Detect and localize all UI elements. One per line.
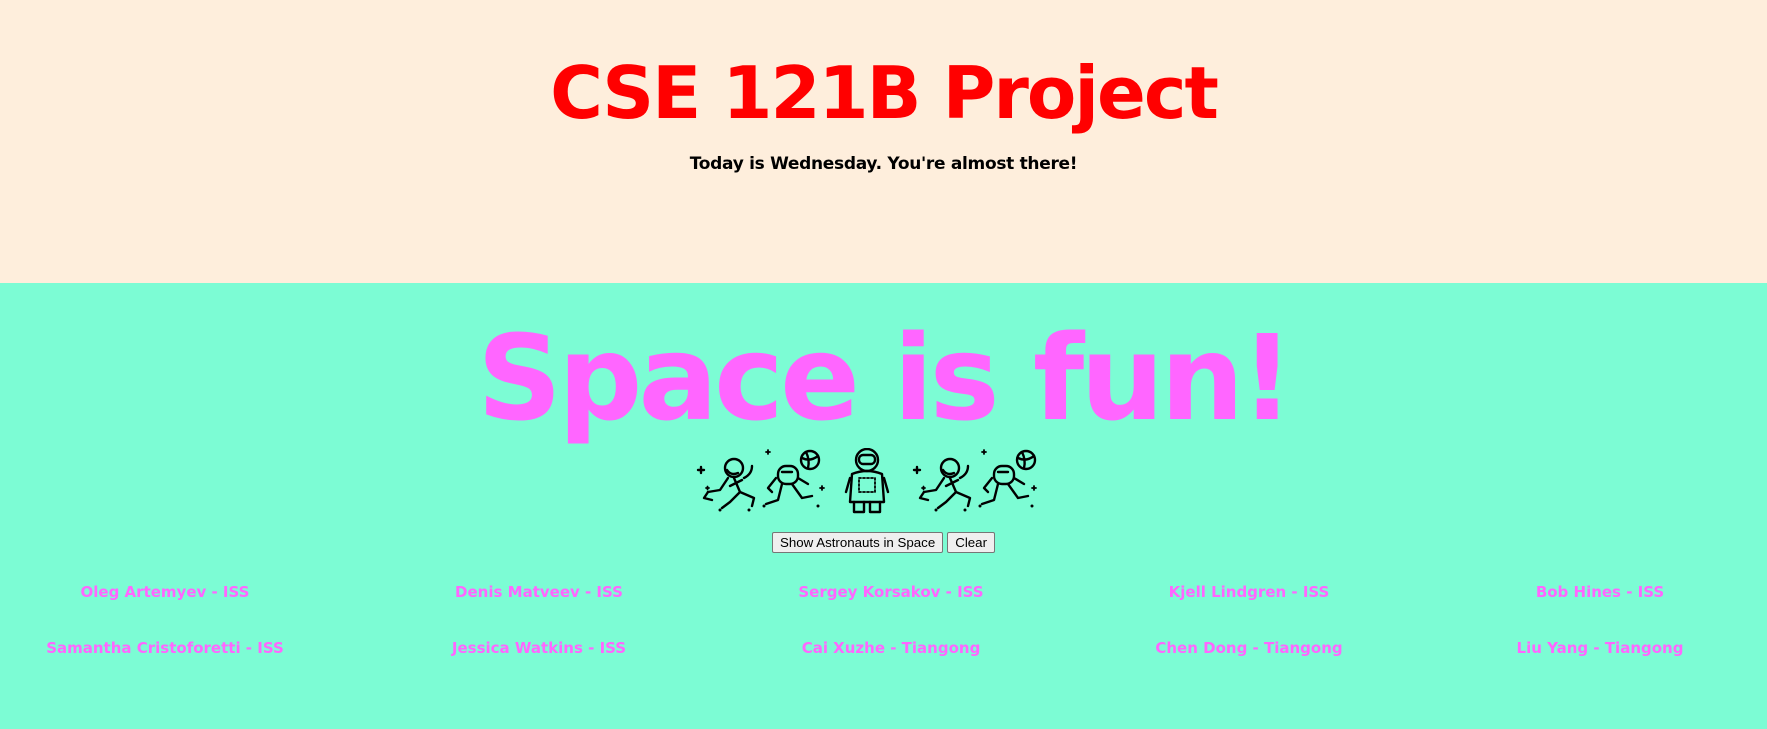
list-item: Denis Matveev - ISS xyxy=(455,583,623,601)
list-item: Bob Hines - ISS xyxy=(1535,583,1665,601)
header-section: CSE 121B Project Today is Wednesday. You… xyxy=(0,0,1767,283)
astronaut-icons xyxy=(694,448,1040,520)
clear-button[interactable]: Clear xyxy=(947,532,995,553)
list-item: Sergey Korsakov - ISS xyxy=(798,583,984,601)
astronaut-standing-icon xyxy=(844,448,890,514)
astronaut-with-planet-icon xyxy=(762,449,825,508)
show-astronauts-button[interactable]: Show Astronauts in Space xyxy=(771,532,944,553)
button-row: Show Astronauts in Space Clear xyxy=(0,532,1767,553)
main-section: Space is fun! Show Astronauts in Space C… xyxy=(0,283,1767,729)
day-message: Today is Wednesday. You're almost there! xyxy=(689,154,1078,174)
list-item: Jessica Watkins - ISS xyxy=(451,639,627,657)
list-item: Kjell Lindgren - ISS xyxy=(1168,583,1330,601)
list-item: Cai Xuzhe - Tiangong xyxy=(801,639,981,657)
astronaut-floating-icon xyxy=(696,457,756,512)
list-item: Samantha Cristoforetti - ISS xyxy=(46,639,284,657)
list-item: Oleg Artemyev - ISS xyxy=(80,583,250,601)
astronaut-with-planet-icon xyxy=(978,449,1037,508)
hero-heading: Space is fun! xyxy=(476,309,1294,447)
list-item: Liu Yang - Tiangong xyxy=(1516,639,1684,657)
list-item: Chen Dong - Tiangong xyxy=(1155,639,1343,657)
astronaut-floating-icon xyxy=(912,457,972,512)
page-title: CSE 121B Project xyxy=(550,51,1219,135)
